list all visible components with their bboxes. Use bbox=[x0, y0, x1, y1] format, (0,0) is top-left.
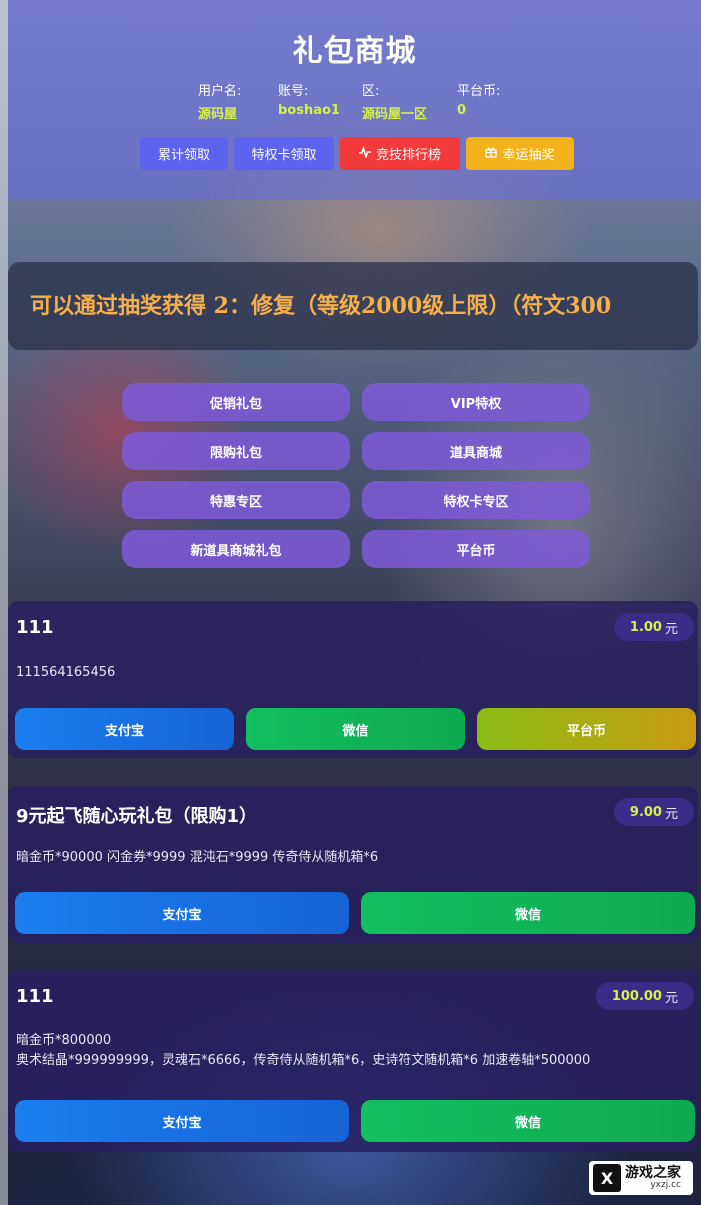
description-line: 暗金币*90000 闪金券*9999 混沌石*9999 传奇侍从随机箱*6 bbox=[16, 850, 379, 865]
marquee-text: 可以通过抽奖获得 2：修复（等级2000级上限）（符文300 bbox=[30, 293, 612, 319]
category-vip-privilege[interactable]: VIP特权 bbox=[362, 383, 590, 421]
payment-options: 支付宝 微信 bbox=[15, 892, 695, 934]
page-title: 礼包商城 bbox=[292, 34, 417, 69]
arena-ranking-button[interactable]: 竞技排行榜 bbox=[340, 137, 460, 170]
alipay-button[interactable]: 支付宝 bbox=[15, 1100, 349, 1142]
product-description: 111564165456 bbox=[16, 663, 115, 683]
product-name: 111 bbox=[16, 617, 54, 638]
watermark-logo-icon: X bbox=[593, 1164, 621, 1192]
info-username-value: 源码屋 bbox=[198, 107, 238, 122]
category-limited-packs[interactable]: 限购礼包 bbox=[122, 432, 350, 470]
product-card: 111 100.00 元 暗金币*800000 奥术结晶*999999999，灵… bbox=[8, 970, 698, 1152]
description-line: 奥术结晶*999999999，灵魂石*6666，传奇侍从随机箱*6，史诗符文随机… bbox=[16, 1053, 591, 1068]
user-info: 用户名: 源码屋 账号: boshao1 区: 源码屋一区 平台币: 0 bbox=[198, 80, 537, 122]
product-description: 暗金币*800000 奥术结晶*999999999，灵魂石*6666，传奇侍从随… bbox=[16, 1031, 590, 1071]
privilege-card-claim-label: 特权卡领取 bbox=[251, 148, 317, 163]
info-zone: 区: 源码屋一区 bbox=[362, 80, 457, 122]
price-unit: 元 bbox=[664, 621, 678, 637]
price-badge: 9.00 元 bbox=[613, 798, 694, 826]
watermark-url: yxzj.cc bbox=[650, 1180, 681, 1190]
gift-icon bbox=[485, 146, 498, 161]
product-name: 111 bbox=[16, 986, 54, 1007]
price-value: 9.00 bbox=[629, 804, 662, 820]
info-account: 账号: boshao1 bbox=[278, 80, 362, 122]
category-new-item-packs[interactable]: 新道具商城礼包 bbox=[122, 530, 350, 568]
announcement-marquee: 可以通过抽奖获得 2：修复（等级2000级上限）（符文300 bbox=[8, 262, 698, 350]
info-coins: 平台币: 0 bbox=[457, 80, 537, 122]
price-unit: 元 bbox=[664, 806, 678, 822]
price-value: 1.00 bbox=[629, 619, 662, 635]
lucky-draw-label: 幸运抽奖 bbox=[502, 148, 555, 163]
payment-options: 支付宝 微信 平台币 bbox=[15, 708, 696, 750]
info-coins-label: 平台币: bbox=[457, 84, 501, 99]
category-special-offers[interactable]: 特惠专区 bbox=[122, 481, 350, 519]
arena-ranking-label: 竞技排行榜 bbox=[375, 148, 441, 163]
price-badge: 100.00 元 bbox=[595, 982, 694, 1010]
platform-coin-pay-button[interactable]: 平台币 bbox=[477, 708, 696, 750]
product-description: 暗金币*90000 闪金券*9999 混沌石*9999 传奇侍从随机箱*6 bbox=[16, 848, 378, 868]
wechat-pay-button[interactable]: 微信 bbox=[361, 1100, 695, 1142]
watermark-name: 游戏之家 bbox=[625, 1165, 681, 1181]
cumulative-claim-label: 累计领取 bbox=[157, 148, 210, 163]
wechat-pay-button[interactable]: 微信 bbox=[361, 892, 695, 934]
header-buttons: 累计领取 特权卡领取 竞技排行榜 幸运抽奖 bbox=[140, 137, 574, 170]
product-card: 111 1.00 元 111564165456 支付宝 微信 平台币 bbox=[8, 601, 698, 758]
info-zone-value: 源码屋一区 bbox=[362, 107, 428, 122]
info-account-value: boshao1 bbox=[278, 103, 340, 118]
alipay-button[interactable]: 支付宝 bbox=[15, 892, 349, 934]
payment-options: 支付宝 微信 bbox=[15, 1100, 695, 1142]
info-username: 用户名: 源码屋 bbox=[198, 80, 278, 122]
price-badge: 1.00 元 bbox=[613, 613, 694, 641]
price-value: 100.00 bbox=[611, 988, 662, 1004]
site-watermark-logo: X 游戏之家 yxzj.cc bbox=[589, 1161, 693, 1195]
info-username-label: 用户名: bbox=[198, 84, 242, 99]
pulse-icon bbox=[358, 145, 371, 161]
alipay-button[interactable]: 支付宝 bbox=[15, 708, 234, 750]
lucky-draw-button[interactable]: 幸运抽奖 bbox=[466, 137, 574, 170]
info-account-label: 账号: bbox=[278, 84, 309, 99]
category-promo-packs[interactable]: 促销礼包 bbox=[122, 383, 350, 421]
product-card: 9元起飞随心玩礼包（限购1） 9.00 元 暗金币*90000 闪金券*9999… bbox=[8, 786, 698, 943]
description-line: 暗金币*800000 bbox=[16, 1033, 112, 1048]
category-item-shop[interactable]: 道具商城 bbox=[362, 432, 590, 470]
info-zone-label: 区: bbox=[362, 84, 380, 99]
cumulative-claim-button[interactable]: 累计领取 bbox=[140, 137, 228, 170]
info-coins-value: 0 bbox=[457, 103, 467, 118]
description-line: 111564165456 bbox=[16, 665, 116, 680]
wechat-pay-button[interactable]: 微信 bbox=[246, 708, 465, 750]
product-name: 9元起飞随心玩礼包（限购1） bbox=[16, 806, 258, 827]
privilege-card-claim-button[interactable]: 特权卡领取 bbox=[234, 137, 334, 170]
watermark-text: 游戏之家 yxzj.cc bbox=[625, 1166, 681, 1190]
price-unit: 元 bbox=[664, 990, 678, 1006]
category-grid: 促销礼包 VIP特权 限购礼包 道具商城 特惠专区 特权卡专区 新道具商城礼包 … bbox=[122, 383, 590, 568]
left-edge-strip bbox=[0, 0, 8, 1205]
category-privilege-cards[interactable]: 特权卡专区 bbox=[362, 481, 590, 519]
header-panel: 礼包商城 用户名: 源码屋 账号: boshao1 区: 源码屋一区 平台币: … bbox=[8, 0, 701, 200]
category-platform-coins[interactable]: 平台币 bbox=[362, 530, 590, 568]
